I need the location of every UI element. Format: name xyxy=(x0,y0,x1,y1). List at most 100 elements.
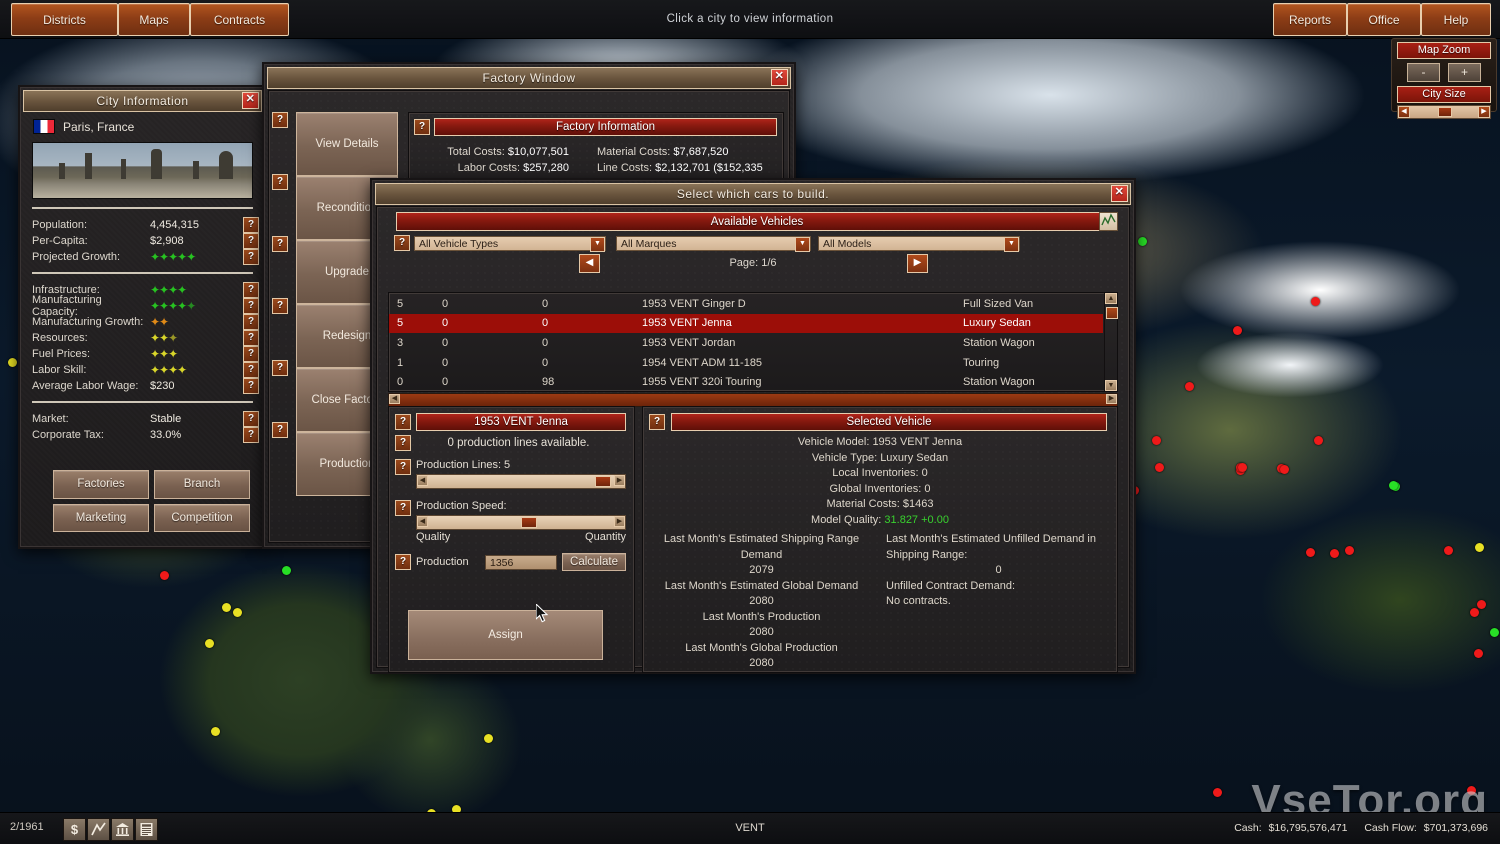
map-city-marker[interactable] xyxy=(1138,237,1147,246)
vehicle-list-hscrollbar[interactable]: ◀ ▶ xyxy=(388,393,1118,407)
marque-filter[interactable]: All Marques ▼ xyxy=(616,236,811,252)
map-city-marker[interactable] xyxy=(1474,649,1483,658)
help-icon[interactable]: ? xyxy=(243,232,259,249)
map-city-marker[interactable] xyxy=(484,734,493,743)
help-icon-production-speed[interactable]: ? xyxy=(395,500,411,516)
map-city-marker[interactable] xyxy=(1477,600,1486,609)
help-icon-recondition[interactable]: ? xyxy=(272,174,288,190)
help-icon-view-details[interactable]: ? xyxy=(272,112,288,128)
vehicle-list-scrollbar[interactable]: ▲ ▼ xyxy=(1104,293,1118,391)
help-icon[interactable]: ? xyxy=(243,410,259,427)
map-city-marker[interactable] xyxy=(222,603,231,612)
map-city-marker[interactable] xyxy=(8,358,17,367)
map-zoom-in-button[interactable]: + xyxy=(1448,63,1481,82)
map-city-marker[interactable] xyxy=(205,639,214,648)
vehicle-row[interactable]: 1 0 0 1954 VENT ADM 11-185 Touring xyxy=(389,353,1103,373)
help-icon-filters[interactable]: ? xyxy=(394,235,410,251)
chevron-down-icon[interactable]: ▼ xyxy=(1004,237,1019,252)
speed-increase-icon[interactable]: ▶ xyxy=(614,516,625,527)
close-icon[interactable]: ✕ xyxy=(771,69,788,86)
help-icon[interactable]: ? xyxy=(243,297,259,314)
help-icon[interactable]: ? xyxy=(243,377,259,394)
map-city-marker[interactable] xyxy=(282,566,291,575)
help-icon[interactable]: ? xyxy=(243,313,259,330)
lines-decrease-icon[interactable]: ◀ xyxy=(417,475,428,486)
map-city-marker[interactable] xyxy=(1490,628,1499,637)
close-icon[interactable]: ✕ xyxy=(242,92,259,109)
map-city-marker[interactable] xyxy=(1185,382,1194,391)
city-size-decrease-icon[interactable]: ◀ xyxy=(1398,106,1410,118)
map-city-marker[interactable] xyxy=(1280,465,1289,474)
vehicle-row[interactable]: 3 0 0 1953 VENT Jordan Station Wagon xyxy=(389,333,1103,353)
map-city-marker[interactable] xyxy=(1152,436,1161,445)
map-city-marker[interactable] xyxy=(1389,481,1398,490)
lines-increase-icon[interactable]: ▶ xyxy=(614,475,625,486)
help-icon-production[interactable]: ? xyxy=(272,422,288,438)
help-icon-production-lines[interactable]: ? xyxy=(395,459,411,475)
maps-button[interactable]: Maps xyxy=(118,3,190,36)
production-input[interactable]: 1356 xyxy=(485,554,557,570)
view-details-button[interactable]: View Details xyxy=(296,112,398,176)
map-city-marker[interactable] xyxy=(1314,436,1323,445)
map-zoom-out-button[interactable]: - xyxy=(1407,63,1440,82)
marketing-button[interactable]: Marketing xyxy=(53,503,149,532)
graph-icon[interactable] xyxy=(1099,212,1118,231)
speed-decrease-icon[interactable]: ◀ xyxy=(417,516,428,527)
competition-button[interactable]: Competition xyxy=(154,503,250,532)
help-button[interactable]: Help xyxy=(1421,3,1491,36)
help-icon[interactable]: ? xyxy=(243,329,259,346)
map-city-marker[interactable] xyxy=(1311,297,1320,306)
chevron-down-icon[interactable]: ▼ xyxy=(590,237,605,252)
calculate-button[interactable]: Calculate xyxy=(562,553,626,571)
production-lines-slider[interactable]: ◀ ▶ xyxy=(416,474,626,489)
office-button[interactable]: Office xyxy=(1347,3,1421,36)
map-city-marker[interactable] xyxy=(211,727,220,736)
reports-button[interactable]: Reports xyxy=(1273,3,1347,36)
map-city-marker[interactable] xyxy=(1213,788,1222,797)
vehicle-row[interactable]: 5 0 0 1953 VENT Ginger D Full Sized Van xyxy=(389,294,1103,314)
production-speed-knob[interactable] xyxy=(521,517,537,528)
help-icon-redesign[interactable]: ? xyxy=(272,298,288,314)
map-city-marker[interactable] xyxy=(1238,463,1247,472)
vehicle-row[interactable]: 0 0 98 1955 VENT 320i Touring Station Wagon xyxy=(389,372,1103,392)
help-icon-selected-vehicle[interactable]: ? xyxy=(649,414,665,430)
map-city-marker[interactable] xyxy=(1330,549,1339,558)
districts-button[interactable]: Districts xyxy=(11,3,118,36)
map-city-marker[interactable] xyxy=(1470,608,1479,617)
help-icon[interactable]: ? xyxy=(243,345,259,362)
next-page-button[interactable]: ▶ xyxy=(907,254,928,273)
help-icon-factory-information[interactable]: ? xyxy=(414,119,430,135)
vehicle-list[interactable]: 5 0 0 1953 VENT Ginger D Full Sized Van 5 0 0 19… xyxy=(388,292,1118,392)
map-city-marker[interactable] xyxy=(1155,463,1164,472)
help-icon-upgrade[interactable]: ? xyxy=(272,236,288,252)
scrollbar-thumb[interactable] xyxy=(1106,307,1118,319)
production-speed-slider[interactable]: ◀ ▶ xyxy=(416,515,626,530)
help-icon-close-factory[interactable]: ? xyxy=(272,360,288,376)
production-lines-knob[interactable] xyxy=(595,476,611,487)
help-icon[interactable]: ? xyxy=(243,248,259,265)
scroll-down-icon[interactable]: ▼ xyxy=(1105,380,1117,391)
map-city-marker[interactable] xyxy=(1444,546,1453,555)
branch-button[interactable]: Branch xyxy=(154,470,250,499)
vehicle-row[interactable]: 5 0 0 1953 VENT Jenna Luxury Sedan xyxy=(389,313,1103,334)
map-city-marker[interactable] xyxy=(1233,326,1242,335)
close-icon[interactable]: ✕ xyxy=(1111,185,1128,202)
city-size-increase-icon[interactable]: ▶ xyxy=(1478,106,1490,118)
scroll-right-icon[interactable]: ▶ xyxy=(1106,394,1117,404)
contracts-button[interactable]: Contracts xyxy=(190,3,289,36)
map-city-marker[interactable] xyxy=(1345,546,1354,555)
city-size-slider-knob[interactable] xyxy=(1438,107,1452,117)
help-icon[interactable]: ? xyxy=(243,426,259,443)
chevron-down-icon[interactable]: ▼ xyxy=(795,237,810,252)
help-icon[interactable]: ? xyxy=(243,216,259,233)
map-city-marker[interactable] xyxy=(1475,543,1484,552)
model-filter[interactable]: All Models ▼ xyxy=(818,236,1020,252)
scroll-up-icon[interactable]: ▲ xyxy=(1105,293,1117,304)
help-icon[interactable]: ? xyxy=(243,361,259,378)
map-city-marker[interactable] xyxy=(1306,548,1315,557)
help-icon-lines-available[interactable]: ? xyxy=(395,435,411,451)
scroll-left-icon[interactable]: ◀ xyxy=(389,394,400,404)
vehicle-type-filter[interactable]: All Vehicle Types ▼ xyxy=(414,236,606,252)
map-city-marker[interactable] xyxy=(160,571,169,580)
map-city-marker[interactable] xyxy=(1467,786,1476,795)
